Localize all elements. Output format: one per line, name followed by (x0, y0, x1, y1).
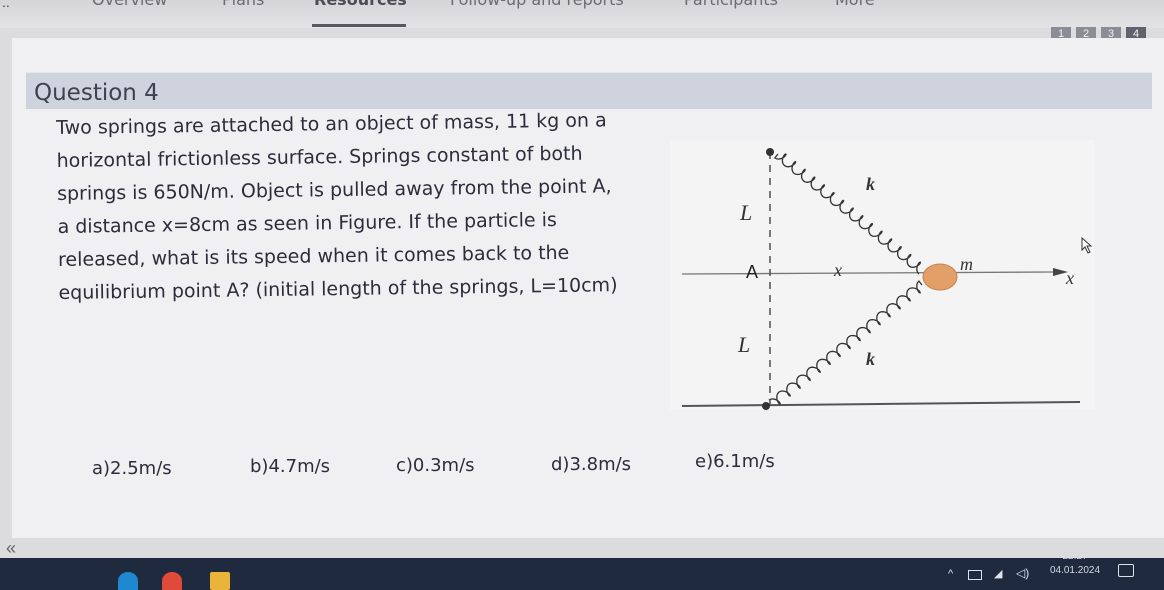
mass-block (922, 263, 958, 291)
browser-icon[interactable] (118, 572, 138, 590)
answer-option-a[interactable]: a)2.5m/s (92, 458, 172, 479)
tab-more[interactable]: More (835, 0, 875, 9)
label-mass: m (960, 254, 973, 274)
notifications-icon[interactable] (1118, 564, 1134, 577)
nav-overflow[interactable]: .. (2, 0, 10, 10)
label-k-bottom: k (866, 349, 875, 369)
clock-date: 04.01.2024 (1049, 565, 1101, 576)
tab-follow-up-and-reports[interactable]: Follow-up and reports (450, 0, 624, 9)
question-title: Question 4 (34, 80, 159, 106)
chrome-icon[interactable] (162, 572, 182, 590)
wifi-icon[interactable]: ◢ (994, 567, 1002, 580)
top-anchor (766, 148, 774, 156)
active-tab-indicator (312, 24, 406, 27)
spring-mass-figure: L L A x k k m x (670, 140, 1095, 410)
file-explorer-icon[interactable] (210, 572, 230, 590)
answer-option-c[interactable]: c)0.3m/s (396, 455, 475, 476)
label-k-top: k (866, 174, 875, 194)
tab-overview[interactable]: Overview (92, 0, 167, 9)
os-taskbar: ^ ◢ ◁) 22:27 04.01.2024 (0, 551, 1164, 590)
tray-chevron-icon[interactable]: ^ (948, 568, 953, 580)
answer-option-b[interactable]: b)4.7m/s (250, 456, 330, 477)
label-L-bottom: L (737, 332, 750, 357)
tab-plans[interactable]: Plans (222, 0, 264, 9)
top-navigation: .. Overview Plans Resources Follow-up an… (0, 0, 1164, 28)
clock[interactable]: 22:27 04.01.2024 (1044, 550, 1106, 578)
label-x-displacement: x (833, 260, 842, 280)
clock-time: 22:27 (1062, 551, 1088, 562)
collapse-sidebar-icon[interactable]: « (6, 538, 16, 559)
label-x-axis: x (1065, 268, 1074, 288)
label-point-A: A (746, 262, 758, 282)
answer-option-d[interactable]: d)3.8m/s (551, 454, 631, 475)
volume-icon[interactable]: ◁) (1016, 566, 1029, 580)
figure-background (670, 140, 1095, 410)
tab-resources[interactable]: Resources (314, 0, 407, 9)
battery-icon[interactable] (968, 570, 982, 580)
question-text: Two springs are attached to an object of… (56, 104, 659, 310)
tab-participants[interactable]: Participants (684, 0, 778, 9)
bottom-anchor (762, 402, 770, 410)
answer-option-e[interactable]: e)6.1m/s (695, 451, 775, 472)
label-L-top: L (739, 200, 752, 225)
